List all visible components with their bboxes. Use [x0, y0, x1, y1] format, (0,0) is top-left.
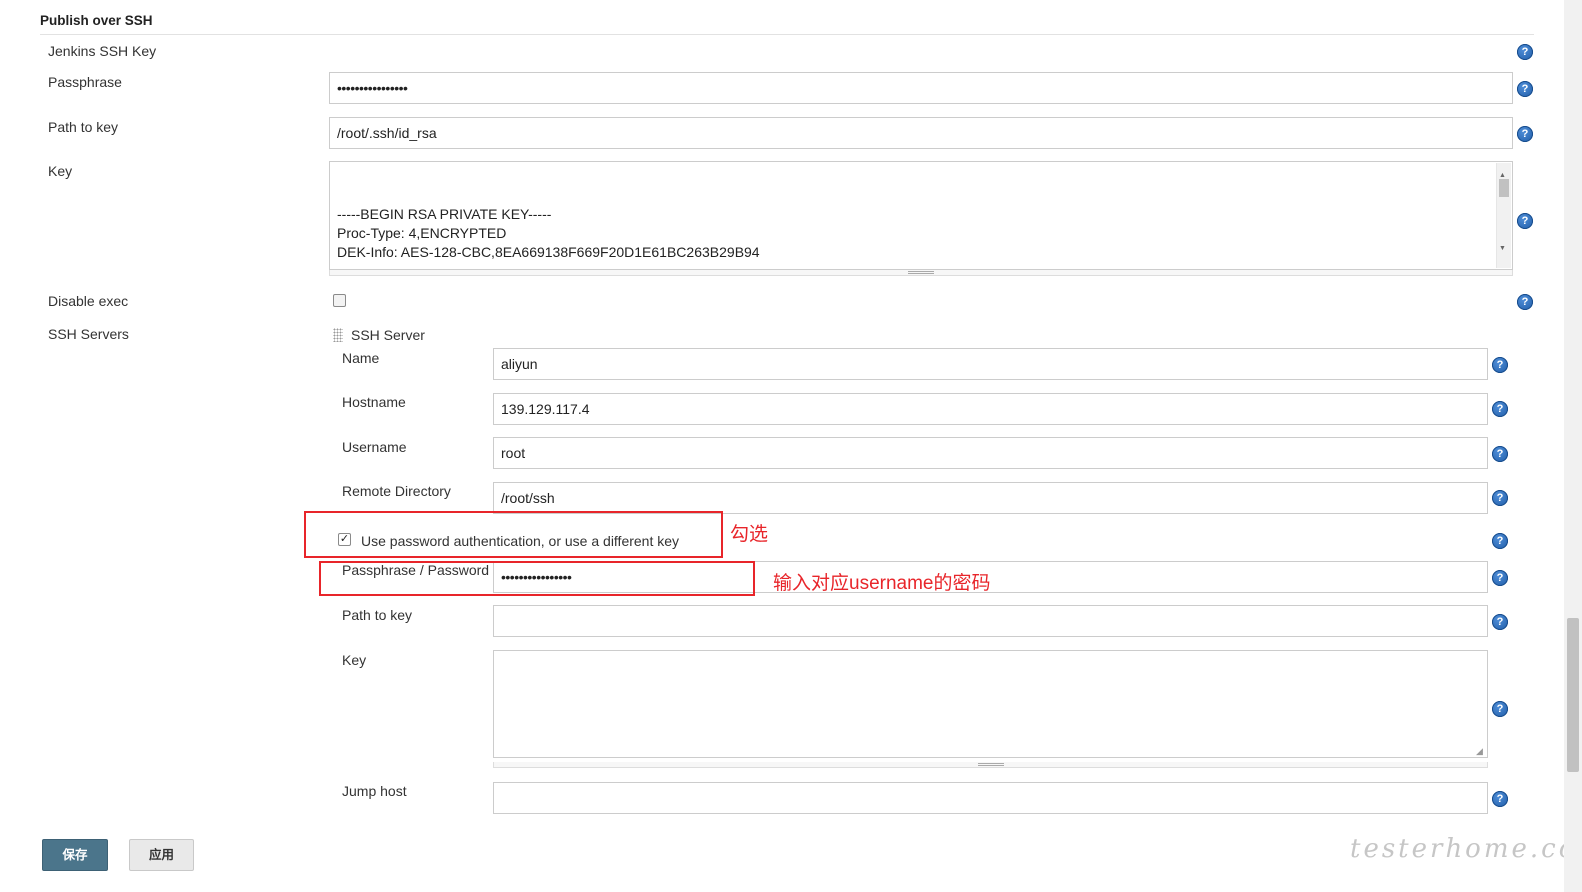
- help-icon[interactable]: ?: [1492, 401, 1508, 417]
- key-label: Key: [48, 163, 73, 179]
- remote-directory-input[interactable]: /root/ssh: [493, 482, 1488, 514]
- checkbox-annotation: 勾选: [730, 524, 769, 545]
- passphrase-input[interactable]: ••••••••••••••••: [329, 72, 1513, 104]
- disable-exec-checkbox[interactable]: [333, 294, 346, 307]
- remote-directory-label: Remote Directory: [342, 483, 451, 499]
- drag-handle-icon[interactable]: [333, 328, 343, 342]
- key-resize-grip[interactable]: [329, 270, 1513, 276]
- help-icon[interactable]: ?: [1492, 490, 1508, 506]
- server-key-textarea[interactable]: [493, 650, 1488, 758]
- help-icon[interactable]: ?: [1492, 614, 1508, 630]
- server-key-label: Key: [342, 652, 367, 668]
- password-highlight-box: [319, 561, 755, 596]
- help-icon[interactable]: ?: [1492, 357, 1508, 373]
- page-scrollbar-thumb[interactable]: [1567, 618, 1579, 772]
- hostname-input[interactable]: 139.129.117.4: [493, 393, 1488, 425]
- page-scrollbar[interactable]: [1564, 0, 1582, 892]
- ssh-servers-label: SSH Servers: [48, 326, 129, 342]
- resize-corner-icon[interactable]: ◢: [1476, 746, 1483, 757]
- server-name-input[interactable]: aliyun: [493, 348, 1488, 380]
- jenkins-ssh-key-label: Jenkins SSH Key: [48, 43, 157, 59]
- passphrase-label: Passphrase: [48, 74, 122, 90]
- key-textarea[interactable]: -----BEGIN RSA PRIVATE KEY----- Proc-Typ…: [329, 161, 1513, 270]
- section-divider: [40, 34, 1534, 35]
- help-icon[interactable]: ?: [1517, 294, 1533, 310]
- checkbox-highlight-box: [304, 511, 723, 558]
- save-button[interactable]: 保存: [42, 839, 108, 871]
- help-icon[interactable]: ?: [1492, 791, 1508, 807]
- path-to-key-input[interactable]: /root/.ssh/id_rsa: [329, 117, 1513, 149]
- jump-host-input[interactable]: [493, 782, 1488, 814]
- help-icon[interactable]: ?: [1492, 570, 1508, 586]
- server-key-resize-grip[interactable]: [493, 762, 1488, 768]
- apply-button[interactable]: 应用: [129, 839, 194, 871]
- help-icon[interactable]: ?: [1492, 701, 1508, 717]
- help-icon[interactable]: ?: [1492, 533, 1508, 549]
- grip-icon: [908, 271, 934, 274]
- key-textarea-content: -----BEGIN RSA PRIVATE KEY----- Proc-Typ…: [337, 206, 760, 260]
- scrollbar-thumb[interactable]: [1499, 179, 1509, 197]
- jump-host-label: Jump host: [342, 783, 407, 799]
- username-input[interactable]: root: [493, 437, 1488, 469]
- section-title: Publish over SSH: [40, 13, 153, 28]
- password-annotation: 输入对应username的密码: [773, 573, 991, 594]
- hostname-label: Hostname: [342, 394, 406, 410]
- help-icon[interactable]: ?: [1492, 446, 1508, 462]
- ssh-server-header: SSH Server: [351, 327, 425, 343]
- scroll-down-icon[interactable]: ▼: [1499, 239, 1506, 258]
- watermark-logo: testerhome.com: [1350, 834, 1582, 864]
- help-icon[interactable]: ?: [1517, 81, 1533, 97]
- server-path-to-key-label: Path to key: [342, 607, 413, 623]
- grip-icon: [977, 763, 1004, 766]
- help-icon[interactable]: ?: [1517, 44, 1533, 60]
- disable-exec-label: Disable exec: [48, 293, 129, 309]
- username-label: Username: [342, 439, 407, 455]
- textarea-scrollbar[interactable]: ▲ ▼: [1496, 163, 1511, 268]
- help-icon[interactable]: ?: [1517, 213, 1533, 229]
- server-path-to-key-input[interactable]: [493, 605, 1488, 637]
- help-icon[interactable]: ?: [1517, 126, 1533, 142]
- server-name-label: Name: [342, 350, 380, 366]
- path-to-key-label: Path to key: [48, 119, 119, 135]
